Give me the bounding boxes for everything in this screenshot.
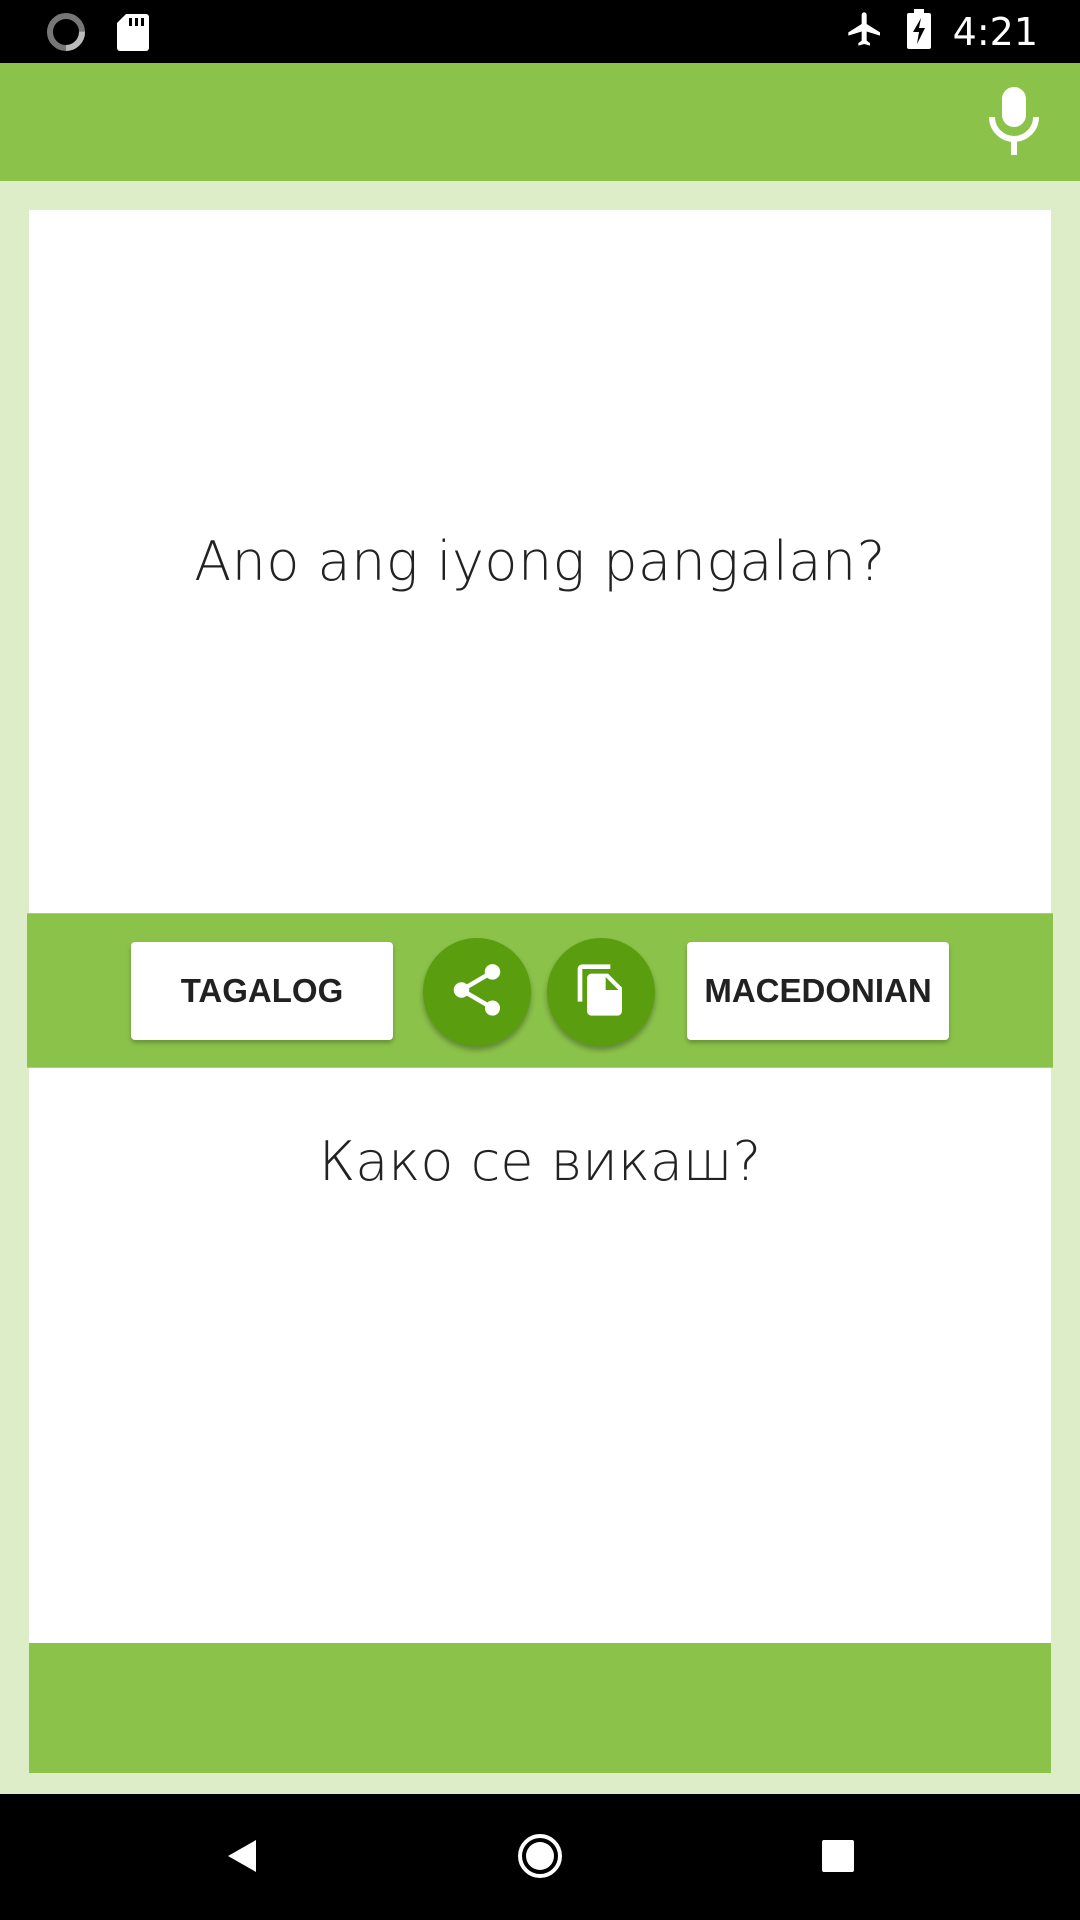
source-text: Ano ang iyong pangalan?	[194, 530, 886, 593]
recents-icon	[820, 1838, 856, 1879]
target-language-button[interactable]: MACEDONIAN	[687, 942, 949, 1040]
copy-icon	[573, 962, 629, 1023]
app-toolbar	[0, 63, 1080, 181]
translation-action-bar: TAGALOG MACEDONIAN	[27, 913, 1053, 1068]
home-button[interactable]	[504, 1822, 576, 1894]
status-bar: 4:21	[0, 0, 1080, 63]
airplane-mode-icon	[845, 9, 885, 54]
status-right-icons: 4:21	[845, 0, 1038, 63]
battery-charging-icon	[906, 9, 931, 54]
share-button[interactable]	[423, 938, 531, 1046]
status-left-icons	[46, 12, 150, 57]
navigation-bar	[0, 1794, 1080, 1920]
ad-banner[interactable]	[29, 1643, 1051, 1773]
sd-card-icon	[116, 12, 150, 57]
loading-spinner-icon	[46, 12, 86, 57]
source-text-panel[interactable]: Ano ang iyong pangalan?	[29, 210, 1051, 913]
back-icon	[222, 1836, 262, 1881]
source-language-button[interactable]: TAGALOG	[131, 942, 393, 1040]
microphone-button[interactable]	[978, 85, 1050, 161]
copy-button[interactable]	[547, 938, 655, 1046]
translated-text-panel[interactable]: Како се викаш?	[29, 1068, 1051, 1643]
back-button[interactable]	[206, 1822, 278, 1894]
share-icon	[446, 959, 508, 1026]
microphone-icon	[988, 86, 1040, 160]
translated-text: Како се викаш?	[318, 1130, 762, 1193]
home-icon	[516, 1832, 564, 1885]
status-time: 4:21	[952, 9, 1038, 54]
recents-button[interactable]	[802, 1822, 874, 1894]
